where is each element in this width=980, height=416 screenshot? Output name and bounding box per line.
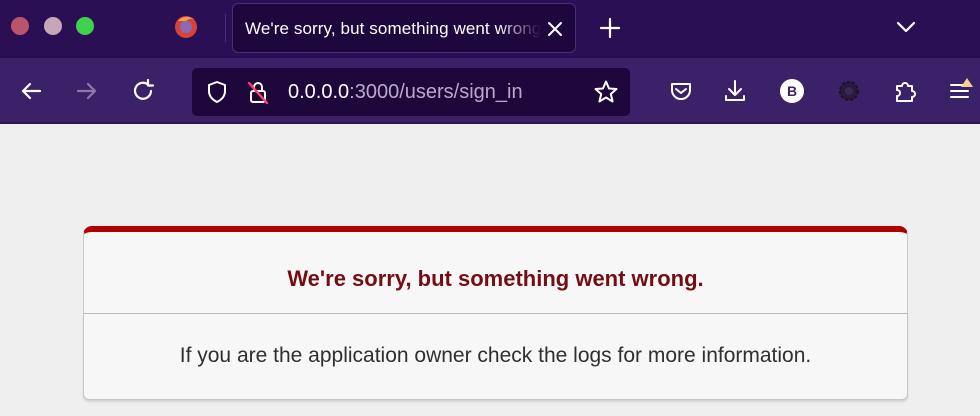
- url-host: 0.0.0.0: [288, 81, 350, 103]
- tab-separator: [225, 14, 226, 42]
- extension-gear-icon[interactable]: [834, 76, 864, 106]
- menu-hamburger-icon[interactable]: [946, 76, 976, 106]
- new-tab-icon[interactable]: [596, 14, 624, 42]
- firefox-view-icon[interactable]: [172, 12, 200, 40]
- page-content: We're sorry, but something went wrong. I…: [0, 124, 980, 416]
- pocket-icon[interactable]: [666, 76, 696, 106]
- error-dialog-body: If you are the application owner check t…: [83, 314, 908, 400]
- insecure-lock-icon[interactable]: [244, 78, 272, 106]
- chevron-down-icon[interactable]: [893, 14, 919, 40]
- window-minimize-button[interactable]: [44, 17, 62, 35]
- window-maximize-button[interactable]: [76, 17, 94, 35]
- tab-strip: We're sorry, but something went wrong (5…: [0, 0, 980, 58]
- shield-icon[interactable]: [204, 79, 230, 105]
- extensions-puzzle-icon[interactable]: [890, 76, 920, 106]
- extension-b-badge[interactable]: B: [780, 79, 804, 103]
- url-bar[interactable]: 0.0.0.0:3000/users/sign_in: [192, 68, 630, 116]
- active-tab[interactable]: We're sorry, but something went wrong (5…: [232, 3, 576, 53]
- close-icon[interactable]: [543, 17, 567, 41]
- star-bookmark-icon[interactable]: [592, 78, 620, 106]
- downloads-icon[interactable]: [720, 76, 750, 106]
- window-close-button[interactable]: [11, 17, 29, 35]
- error-title: We're sorry, but something went wrong.: [287, 266, 704, 291]
- back-arrow-icon[interactable]: [16, 76, 46, 106]
- forward-arrow-icon[interactable]: [72, 76, 102, 106]
- error-message: If you are the application owner check t…: [179, 344, 812, 367]
- error-dialog: We're sorry, but something went wrong. I…: [83, 226, 908, 400]
- url-text[interactable]: 0.0.0.0:3000/users/sign_in: [288, 81, 523, 104]
- tab-title: We're sorry, but something went wrong (5…: [245, 19, 541, 38]
- url-path: :3000/users/sign_in: [349, 81, 523, 103]
- error-dialog-header: We're sorry, but something went wrong.: [83, 226, 908, 314]
- reload-icon[interactable]: [128, 76, 158, 106]
- navigation-toolbar: 0.0.0.0:3000/users/sign_in B: [0, 58, 980, 124]
